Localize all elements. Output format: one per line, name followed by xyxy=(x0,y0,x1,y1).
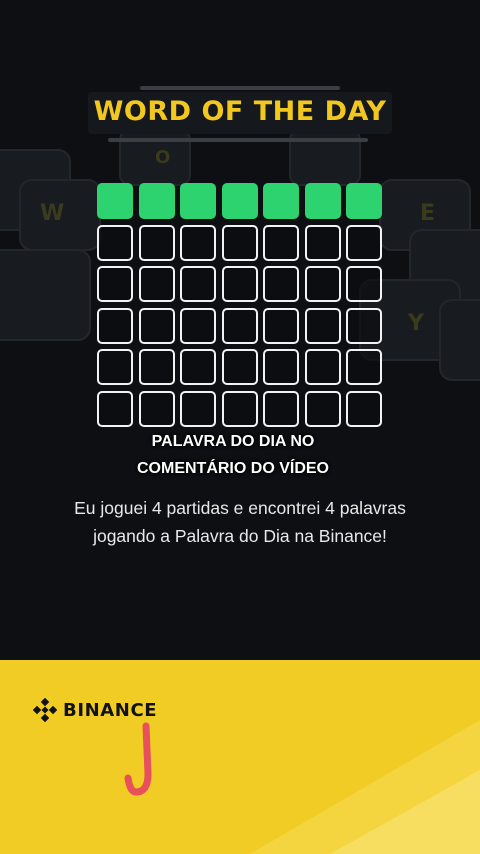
grid-cell-filled xyxy=(180,183,216,219)
grid-cell-empty xyxy=(180,266,216,302)
page-title: WORD OF THE DAY xyxy=(93,96,387,127)
grid-cell-empty xyxy=(221,390,258,427)
grid-cell-filled xyxy=(138,183,175,219)
grid-cell-filled xyxy=(97,183,133,219)
binance-logo: BINANCE xyxy=(33,698,157,722)
grid-cell-empty xyxy=(180,349,216,385)
grid-cell-empty xyxy=(263,307,299,344)
result-description: Eu joguei 4 partidas e encontrei 4 palav… xyxy=(74,498,406,546)
grid-cell-empty xyxy=(304,390,341,427)
grid-cell-empty xyxy=(346,224,382,261)
title-decor-line xyxy=(140,86,340,90)
footer-banner xyxy=(0,660,480,854)
footer-sheen xyxy=(250,720,480,854)
grid-cell-empty xyxy=(263,224,299,261)
bg-letter-w: W xyxy=(40,201,64,226)
grid-cell-empty xyxy=(97,349,133,385)
binance-logo-icon xyxy=(33,698,57,722)
grid-cell-filled xyxy=(263,183,299,219)
grid-cell-empty xyxy=(138,307,175,344)
bg-letter-o: O xyxy=(155,147,170,168)
grid-cell-empty xyxy=(346,349,382,385)
title-decor-line xyxy=(108,138,368,142)
video-caption: PALAVRA DO DIA NO COMENTÁRIO DO VÍDEO xyxy=(136,433,329,477)
grid-cell-empty xyxy=(346,266,382,302)
grid-cell-empty xyxy=(304,349,341,385)
grid-cell-empty xyxy=(304,307,341,344)
grid-cell-empty xyxy=(138,266,175,302)
bg-letter-e: E xyxy=(420,201,435,226)
grid-cell-empty xyxy=(263,266,299,302)
grid-cell-empty xyxy=(346,390,382,427)
grid-cell-empty xyxy=(97,390,133,427)
grid-cell-empty xyxy=(221,307,258,344)
grid-cell-empty xyxy=(263,349,299,385)
grid-cell-empty xyxy=(180,224,216,261)
letter-j-mark xyxy=(124,722,152,796)
word-grid xyxy=(97,183,382,427)
grid-cell-filled xyxy=(346,183,382,219)
grid-cell-empty xyxy=(304,224,341,261)
grid-cell-empty xyxy=(97,266,133,302)
grid-cell-filled xyxy=(304,183,341,219)
binance-brand-text: BINANCE xyxy=(63,699,158,721)
grid-cell-empty xyxy=(263,390,299,427)
grid-cell-empty xyxy=(346,307,382,344)
grid-cell-empty xyxy=(180,307,216,344)
grid-cell-filled xyxy=(221,183,258,219)
grid-cell-empty xyxy=(138,390,175,427)
title-banner: WORD OF THE DAY xyxy=(0,84,480,144)
grid-cell-empty xyxy=(138,349,175,385)
grid-cell-empty xyxy=(221,349,258,385)
grid-cell-empty xyxy=(221,224,258,261)
grid-cell-empty xyxy=(221,266,258,302)
grid-cell-empty xyxy=(304,266,341,302)
bg-letter-y: Y xyxy=(407,311,425,336)
grid-cell-empty xyxy=(97,224,133,261)
grid-cell-empty xyxy=(97,307,133,344)
grid-cell-empty xyxy=(138,224,175,261)
grid-cell-empty xyxy=(180,390,216,427)
